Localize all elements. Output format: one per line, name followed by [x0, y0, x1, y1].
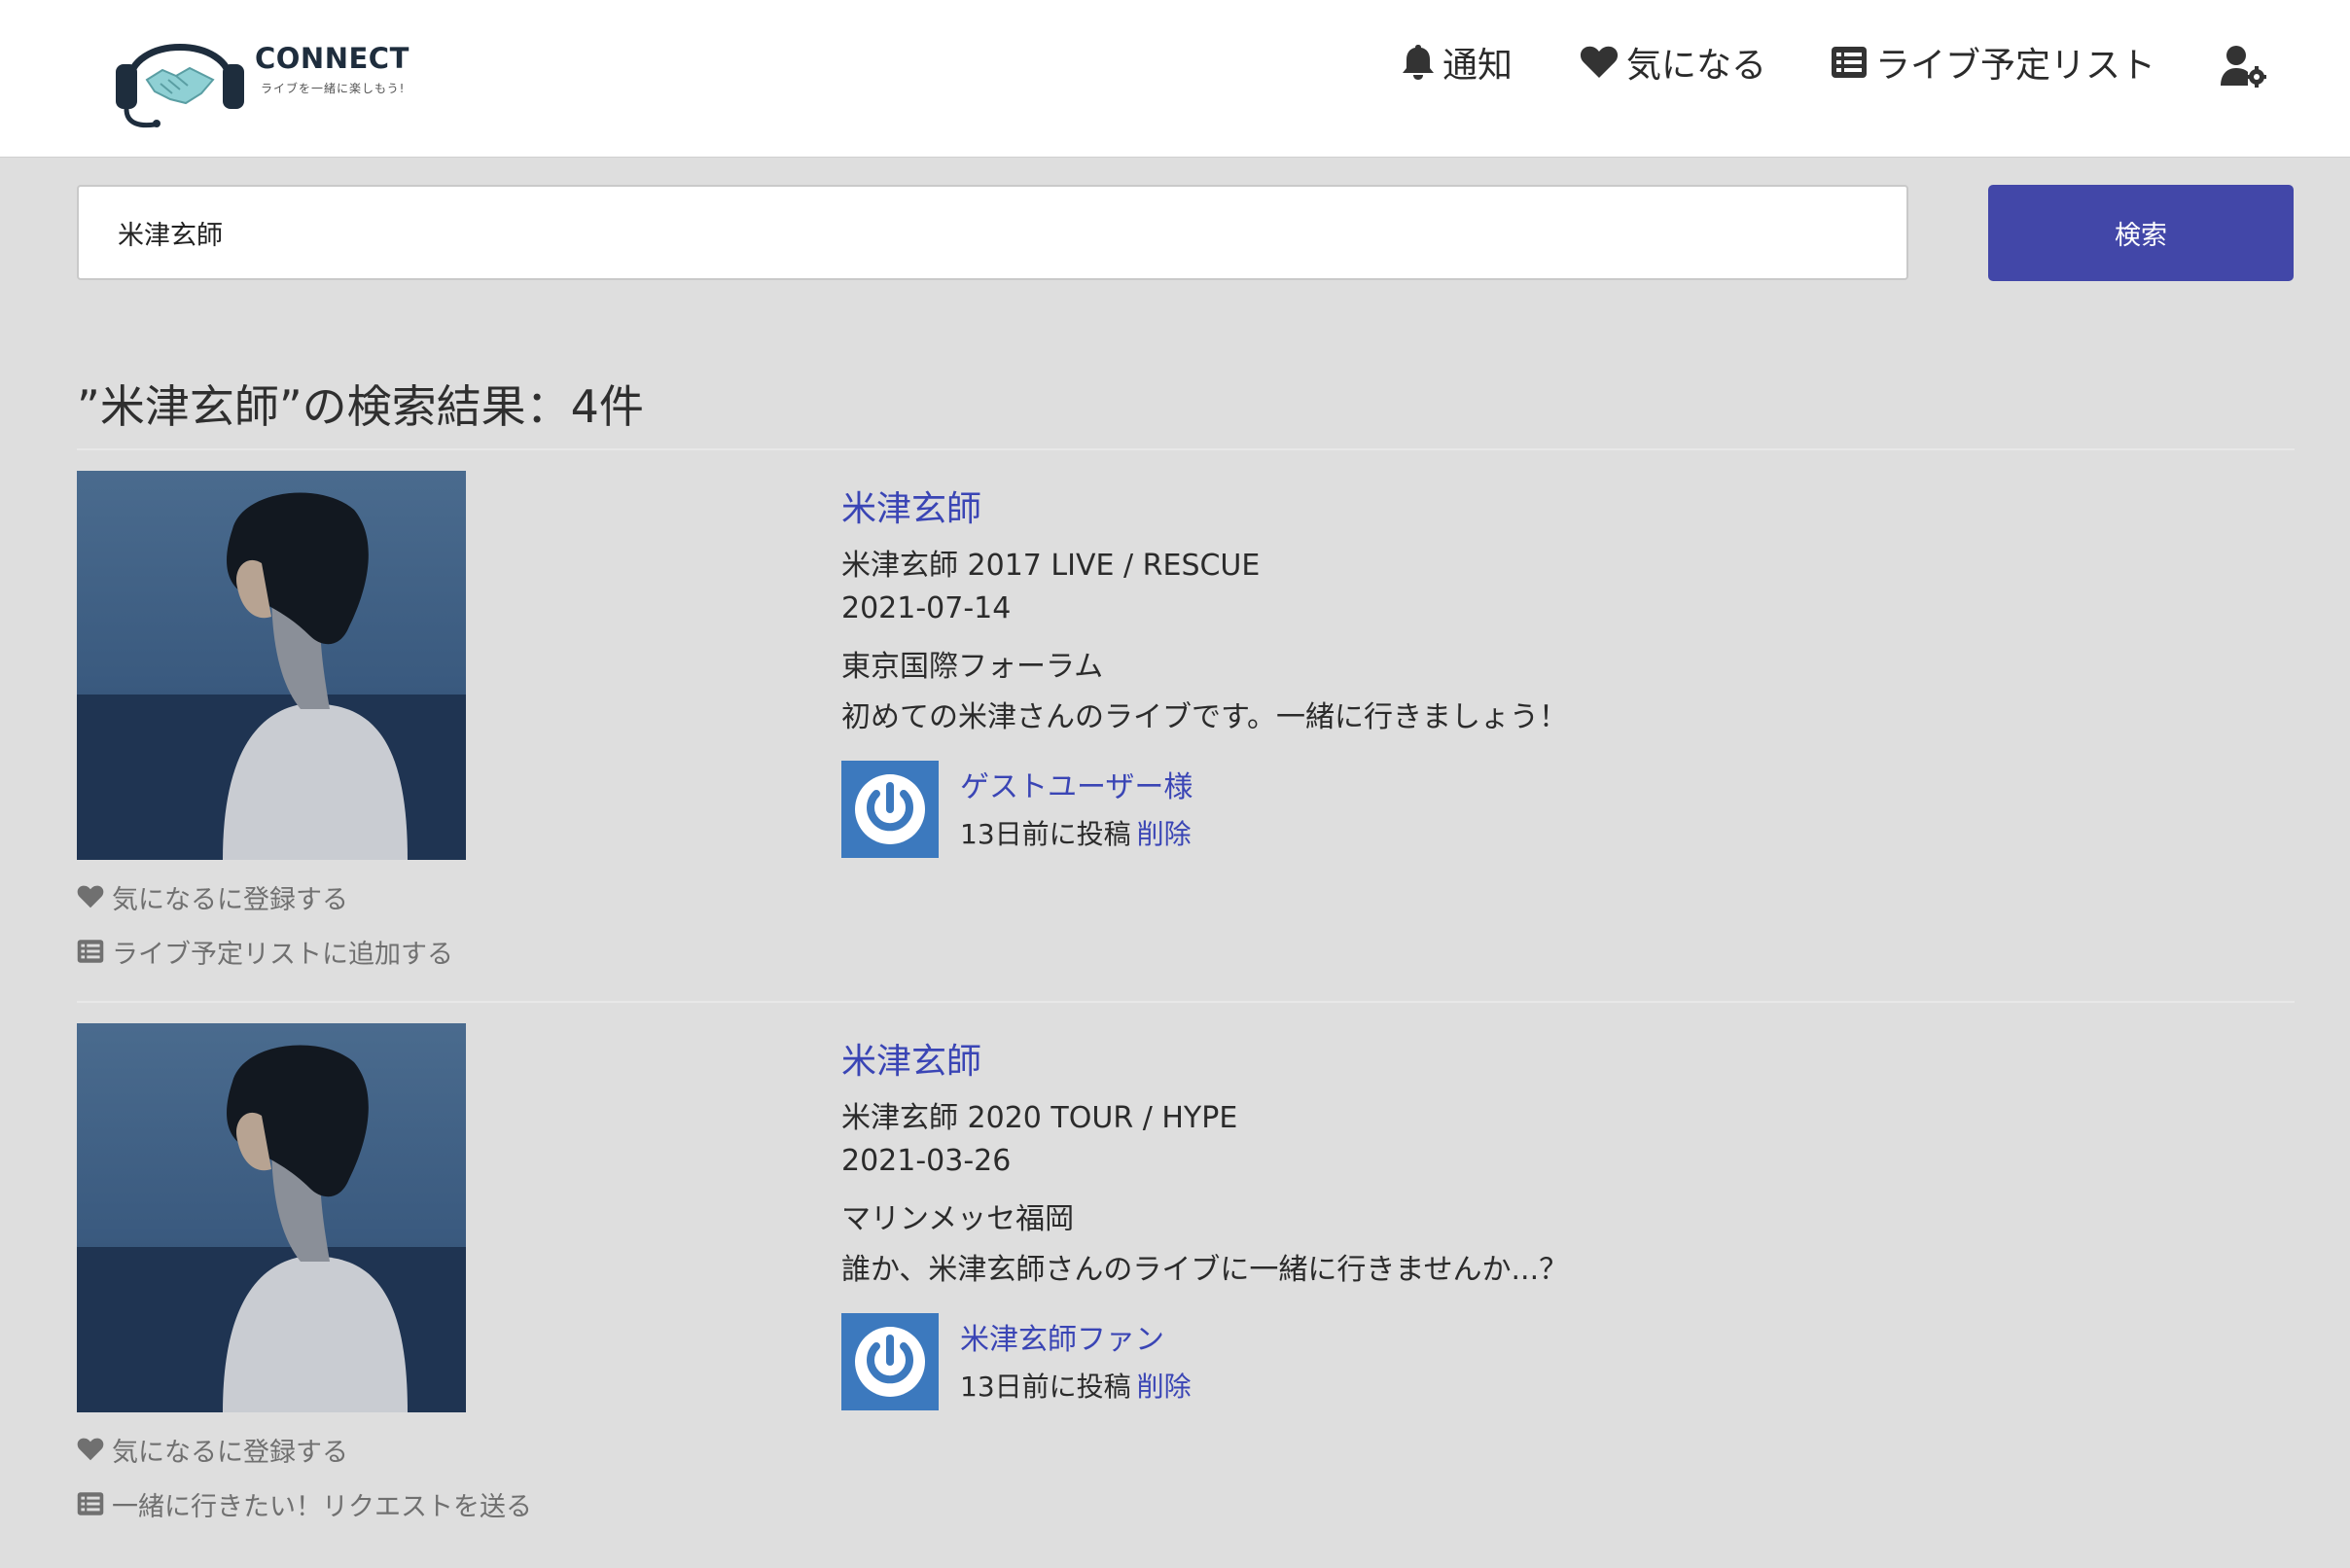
posted-time: 13日前に投稿 — [960, 1371, 1131, 1403]
user-name-link[interactable]: 米津玄師ファン — [960, 1315, 1164, 1358]
list-icon — [77, 1492, 104, 1515]
headset-handshake-logo-icon — [116, 44, 244, 128]
nav-favorites-label: 気になる — [1626, 46, 1767, 86]
heart-icon — [1580, 46, 1619, 78]
result-item: 気になるに登録する 一緒に行きたい！リクエストを送る 米津玄師 米津玄師 202… — [0, 1023, 2350, 1568]
divider — [77, 1001, 2295, 1003]
logo-title: CONNECT — [255, 42, 409, 75]
posted-time: 13日前に投稿 — [960, 818, 1131, 850]
live-date: 2021-07-14 — [841, 591, 1012, 625]
live-date: 2021-03-26 — [841, 1144, 1012, 1178]
delete-link[interactable]: 削除 — [1137, 818, 1192, 850]
artist-photo-image — [77, 1023, 466, 1412]
power-icon — [855, 1327, 925, 1397]
search-results-heading: ”米津玄師”の検索結果：4件 — [77, 380, 644, 433]
divider — [77, 448, 2295, 450]
post-message: 誰か、米津玄師さんのライブに一緒に行きませんか...？ — [841, 1253, 1569, 1287]
nav-live-list-label: ライブ予定リスト — [1875, 46, 2156, 86]
send-request-label: 一緒に行きたい！リクエストを送る — [112, 1491, 532, 1522]
artist-link[interactable]: 米津玄師 — [841, 481, 981, 531]
logo[interactable]: CONNECT ライブを一緒に楽しもう! — [112, 16, 409, 130]
posted-info: 13日前に投稿 削除 — [960, 813, 1192, 852]
delete-link[interactable]: 削除 — [1137, 1371, 1192, 1403]
send-request-action[interactable]: 一緒に行きたい！リクエストを送る — [77, 1484, 532, 1523]
artist-photo[interactable] — [77, 471, 466, 860]
live-title: 米津玄師 2020 TOUR / HYPE — [841, 1101, 1238, 1135]
list-icon — [1832, 47, 1867, 78]
add-favorite-action[interactable]: 気になるに登録する — [77, 1430, 348, 1469]
add-favorite-label: 気になるに登録する — [112, 884, 348, 915]
nav-favorites[interactable]: 気になる — [1580, 35, 1766, 89]
nav-live-list[interactable]: ライブ予定リスト — [1831, 35, 2155, 89]
user-cog-icon — [2221, 46, 2266, 88]
result-item: 気になるに登録する ライブ予定リストに追加する 米津玄師 米津玄師 2017 L… — [0, 471, 2350, 1016]
artist-photo-image — [77, 471, 466, 860]
nav-user-settings[interactable] — [2220, 39, 2274, 93]
post-message: 初めての米津さんのライブです。一緒に行きましょう！ — [841, 700, 1568, 734]
top-navbar: CONNECT ライブを一緒に楽しもう! 通知 気になる ライブ予定リスト — [0, 0, 2350, 157]
add-to-live-list-action[interactable]: ライブ予定リストに追加する — [77, 932, 453, 971]
add-favorite-label: 気になるに登録する — [112, 1437, 348, 1468]
add-to-live-list-label: ライブ予定リストに追加する — [112, 939, 453, 970]
avatar[interactable] — [841, 761, 939, 858]
artist-photo[interactable] — [77, 1023, 466, 1412]
live-venue: マリンメッセ福岡 — [841, 1202, 1075, 1236]
avatar[interactable] — [841, 1313, 939, 1410]
logo-subtitle: ライブを一緒に楽しもう! — [261, 82, 406, 95]
list-icon — [77, 940, 104, 963]
nav-notifications[interactable]: 通知 — [1402, 35, 1513, 89]
live-venue: 東京国際フォーラム — [841, 650, 1104, 684]
add-favorite-action[interactable]: 気になるに登録する — [77, 877, 348, 916]
heart-icon — [77, 885, 104, 909]
nav-notifications-label: 通知 — [1442, 46, 1513, 86]
artist-link[interactable]: 米津玄師 — [841, 1033, 981, 1084]
heart-icon — [77, 1438, 104, 1461]
search-input[interactable] — [77, 185, 1908, 280]
user-name-link[interactable]: ゲストユーザー様 — [960, 763, 1193, 805]
power-icon — [855, 774, 925, 844]
live-title: 米津玄師 2017 LIVE / RESCUE — [841, 549, 1261, 583]
posted-info: 13日前に投稿 削除 — [960, 1366, 1192, 1405]
search-button[interactable]: 検索 — [1988, 185, 2294, 281]
bell-icon — [1403, 45, 1434, 80]
